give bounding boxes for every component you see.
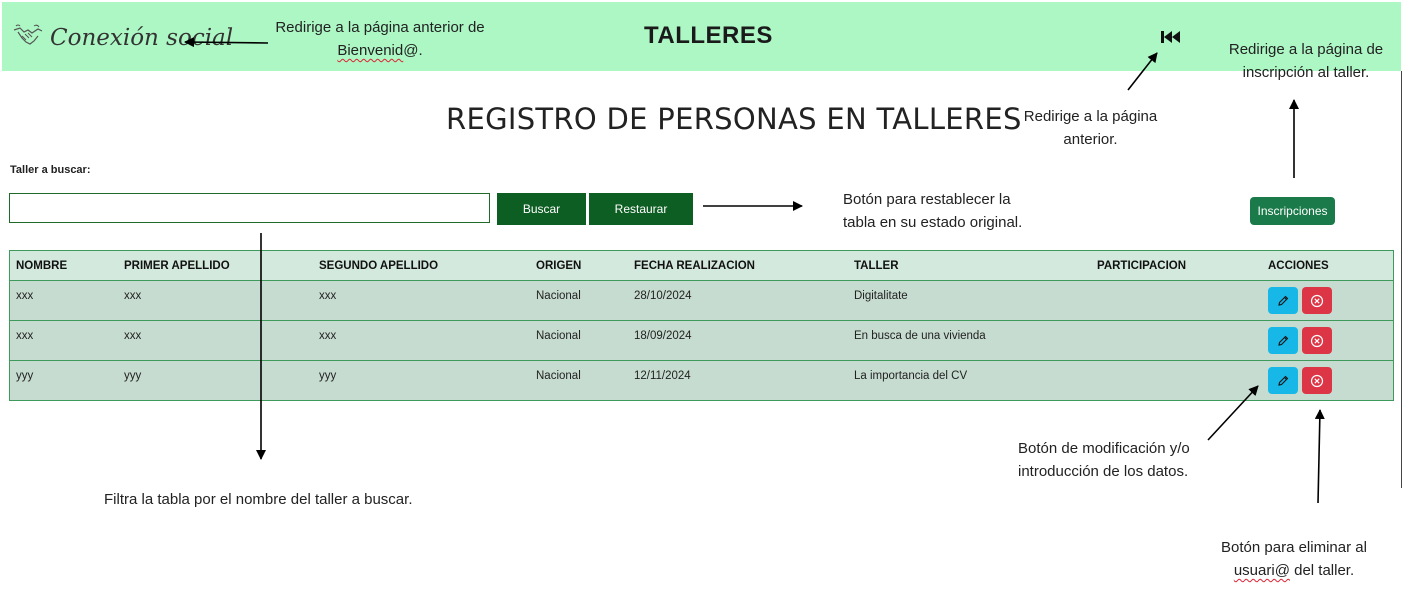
cell-taller: La importancia del CV xyxy=(854,370,968,382)
annotation-filter: Filtra la tabla por el nombre del taller… xyxy=(104,491,413,508)
annotation-delete-tail: del taller. xyxy=(1289,562,1355,579)
annotation-inscripciones: Redirige a la página de inscripción al t… xyxy=(1222,38,1390,84)
cell-fecha: 18/09/2024 xyxy=(634,330,692,342)
handshake-logo-icon xyxy=(12,22,44,53)
cell-segundo-apellido: xxx xyxy=(319,290,337,302)
th-nombre: NOMBRE xyxy=(16,260,68,272)
registro-table: NOMBRE PRIMER APELLIDO SEGUNDO APELLIDO … xyxy=(9,250,1394,401)
cell-origen: Nacional xyxy=(536,330,581,342)
annotation-insc-line1: Redirige a la página de xyxy=(1228,41,1384,58)
annotation-logo-word: Bienvenid xyxy=(337,42,404,59)
table-row: xxx xxx xxx Nacional 28/10/2024 Digitali… xyxy=(10,281,1393,321)
restaurar-button[interactable]: Restaurar xyxy=(589,193,693,225)
annotation-restaurar: Botón para restablecer la tabla en su es… xyxy=(843,188,1022,234)
header-bar: Conexión social TALLERES xyxy=(2,2,1401,71)
edit-button[interactable] xyxy=(1268,327,1298,354)
annotation-logo-line1: Redirige a la página anterior de xyxy=(275,19,485,36)
pencil-icon xyxy=(1278,295,1289,306)
th-segundo-apellido: SEGUNDO APELLIDO xyxy=(319,260,439,272)
delete-button[interactable] xyxy=(1302,367,1332,394)
search-input[interactable] xyxy=(9,193,490,223)
back-button[interactable] xyxy=(1159,29,1183,45)
annotation-restore-line1: Botón para restablecer la xyxy=(843,191,1011,208)
cell-fecha: 28/10/2024 xyxy=(634,290,692,302)
logo-link[interactable]: Conexión social xyxy=(12,22,233,53)
logo-text: Conexión social xyxy=(50,24,234,51)
cell-taller: En busca de una vivienda xyxy=(854,330,986,342)
table-row: yyy yyy yyy Nacional 12/11/2024 La impor… xyxy=(10,361,1393,401)
annotation-delete-line2: usuari@ del taller. xyxy=(1212,559,1376,582)
cell-origen: Nacional xyxy=(536,370,581,382)
delete-button[interactable] xyxy=(1302,327,1332,354)
cell-taller: Digitalitate xyxy=(854,290,908,302)
delete-button[interactable] xyxy=(1302,287,1332,314)
cell-nombre: xxx xyxy=(16,290,34,302)
cell-origen: Nacional xyxy=(536,290,581,302)
skip-back-icon xyxy=(1161,31,1180,43)
annotation-edit-line2: introducción de los datos. xyxy=(1018,463,1189,480)
annotation-logo: Redirige a la página anterior de Bienven… xyxy=(274,16,486,62)
th-participacion: PARTICIPACION xyxy=(1097,260,1187,272)
pencil-icon xyxy=(1278,375,1289,386)
cell-segundo-apellido: yyy xyxy=(319,370,337,382)
pencil-icon xyxy=(1278,335,1289,346)
page-title: REGISTRO DE PERSONAS EN TALLERES xyxy=(446,102,1022,136)
cell-nombre: xxx xyxy=(16,330,34,342)
page-right-border xyxy=(1401,71,1402,488)
annotation-back: Redirige a la página anterior. xyxy=(1018,105,1163,151)
th-primer-apellido: PRIMER APELLIDO xyxy=(124,260,230,272)
annotation-back-line1: Redirige a la página xyxy=(1023,108,1158,125)
th-origen: ORIGEN xyxy=(536,260,582,272)
cell-primer-apellido: yyy xyxy=(124,370,142,382)
th-taller: TALLER xyxy=(854,260,899,272)
circle-x-icon xyxy=(1310,294,1324,307)
annotation-delete-word: usuari@ xyxy=(1233,562,1290,579)
annotation-edit: Botón de modificación y/o introducción d… xyxy=(1018,437,1190,483)
annotation-back-line2: anterior. xyxy=(1063,131,1118,148)
search-label: Taller a buscar: xyxy=(10,164,91,176)
th-fecha-realizacion: FECHA REALIZACION xyxy=(634,260,755,272)
table-header: NOMBRE PRIMER APELLIDO SEGUNDO APELLIDO … xyxy=(10,251,1393,281)
edit-button[interactable] xyxy=(1268,287,1298,314)
annotation-restore-line2: tabla en su estado original. xyxy=(843,214,1023,231)
annotation-logo-line2: Bienvenid@. xyxy=(274,39,486,62)
cell-primer-apellido: xxx xyxy=(124,330,142,342)
table-row: xxx xxx xxx Nacional 18/09/2024 En busca… xyxy=(10,321,1393,361)
inscripciones-button[interactable]: Inscripciones xyxy=(1250,197,1335,225)
th-acciones: ACCIONES xyxy=(1268,260,1329,272)
annotation-edit-line1: Botón de modificación y/o xyxy=(1018,440,1190,457)
cell-nombre: yyy xyxy=(16,370,34,382)
header-title: TALLERES xyxy=(644,22,773,49)
annotation-insc-line2: inscripción al taller. xyxy=(1242,64,1370,81)
annotation-delete-line1: Botón para eliminar al xyxy=(1221,539,1367,556)
circle-x-icon xyxy=(1310,334,1324,347)
annotation-delete: Botón para eliminar al usuari@ del talle… xyxy=(1212,536,1376,582)
cell-primer-apellido: xxx xyxy=(124,290,142,302)
annotation-logo-tail: @. xyxy=(403,42,423,59)
arrow-to-delete-button xyxy=(1314,409,1325,504)
circle-x-icon xyxy=(1310,374,1324,387)
cell-fecha: 12/11/2024 xyxy=(634,370,691,382)
cell-segundo-apellido: xxx xyxy=(319,330,337,342)
buscar-button[interactable]: Buscar xyxy=(497,193,586,225)
edit-button[interactable] xyxy=(1268,367,1298,394)
